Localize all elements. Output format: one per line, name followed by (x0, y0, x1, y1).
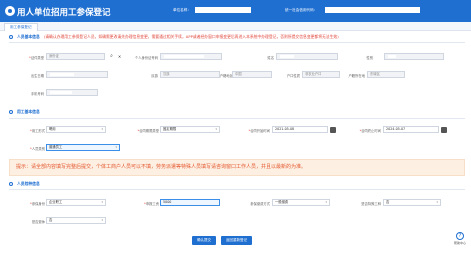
section-dot-icon (9, 110, 13, 114)
question-icon[interactable]: ? (456, 232, 464, 240)
help-center[interactable]: ? 帮助中心 (454, 232, 466, 245)
credit-code-label: 统一社会信用代码： (285, 8, 318, 12)
section-dot-icon (9, 35, 13, 39)
org-name-label: 单位名称： (173, 8, 191, 12)
org-name-redacted (195, 7, 251, 13)
chevron-down-icon: ▾ (101, 218, 103, 222)
section-basic-note: (请确认办理用工参保登记人员，如确需更改请先办理信息变更，需要通过相关手续，AP… (43, 34, 339, 39)
app-logo-icon (5, 6, 15, 16)
tab-employment-registration[interactable]: 用工参保登记 (4, 23, 38, 31)
worker-type-select[interactable]: 普通员工 ▾ (46, 144, 120, 151)
tab-bar: 用工参保登记 (0, 22, 471, 31)
hukou-label: 户籍所在地 (348, 74, 365, 78)
phone-field (46, 89, 98, 96)
chevron-down-icon: ▾ (215, 127, 217, 131)
birth-date-label: 出生日期 (30, 74, 44, 78)
reg-type-label: 户口性质 (286, 74, 300, 78)
retired-label: 是否退休 (31, 220, 45, 224)
chevron-down-icon: ▾ (101, 200, 103, 204)
name-label: 姓名 (267, 56, 274, 60)
search-icon[interactable]: ⌕ (108, 53, 115, 60)
divider (9, 118, 465, 119)
clear-icon[interactable]: ✕ (116, 53, 123, 60)
chevron-down-icon: ▾ (325, 200, 327, 204)
app-header: 用人单位招用工参保登记 单位名称： 统一社会信用代码： (0, 0, 471, 22)
reregister-button[interactable]: 返回重新登记 (221, 236, 252, 245)
contract-type-select[interactable]: 固定期限 ▾ (160, 126, 220, 133)
hukou-field: 东城区 (367, 71, 405, 78)
id-number-label: 个人身份证号码 (134, 56, 158, 60)
insured-category-select[interactable]: 企业职工 ▾ (46, 199, 106, 206)
contract-end-label: *合同终止时间 (359, 129, 381, 133)
reg-type-field: 非农业户口 (302, 71, 340, 78)
contract-end-field[interactable]: 2024-05-07 (383, 126, 439, 133)
gender-field (384, 53, 444, 60)
contract-start-label: *合同开始时间 (248, 129, 270, 133)
id-type-label: *证件类型 (29, 56, 44, 60)
insured-category-label: *参保身份 (30, 202, 45, 206)
wage-label: *申报工资 (144, 202, 159, 206)
section-dot-icon (9, 182, 13, 186)
divider (9, 42, 465, 43)
chevron-down-icon: ▾ (101, 127, 103, 131)
page-title: 用人单位招用工参保登记 (17, 8, 111, 18)
emp-type-label: *用工形式 (30, 129, 45, 133)
region-field: 中国 (232, 71, 272, 78)
payment-method-label: 参保缴费方式 (250, 202, 270, 206)
chevron-down-icon: ▾ (436, 200, 438, 204)
calendar-icon[interactable] (441, 127, 447, 133)
section-insurance-info: 人员险种信息 (9, 180, 40, 188)
id-number-field (160, 53, 222, 60)
emp-type-select[interactable]: 聘用 ▾ (46, 126, 106, 133)
region-label: 户籍地区 (219, 74, 233, 78)
phone-label: 手机号码 (30, 92, 44, 96)
divider (9, 189, 465, 190)
id-type-field[interactable]: 身份证 (46, 53, 105, 60)
section-employment-info: 用工基本信息 (9, 108, 40, 116)
contract-start-field[interactable]: 2021-05-08 (272, 126, 328, 133)
special-job-label: 是否特殊工种 (361, 202, 381, 206)
birth-date-field (46, 71, 108, 78)
name-field (276, 53, 338, 60)
chevron-down-icon: ▾ (115, 145, 117, 149)
credit-code-redacted (325, 7, 420, 13)
gender-label: 性别 (366, 56, 373, 60)
contract-type-label: *合同期限类型 (137, 129, 159, 133)
special-job-select[interactable]: 否 ▾ (383, 199, 441, 206)
payment-method-select[interactable]: 一般缴费 ▾ (272, 199, 330, 206)
calendar-icon[interactable] (330, 127, 336, 133)
section-basic-info: 人员基本信息 (请确认办理用工参保登记人员，如确需更改请先办理信息变更，需要通过相… (9, 33, 339, 41)
retired-select[interactable]: 否 ▾ (46, 217, 106, 224)
wage-input[interactable]: 5000 (160, 199, 220, 206)
warning-notice: 提示：请全部内容填写完整后提交，个体工商户人员可以不填，劳务派遣等特殊人员填写请… (9, 159, 465, 176)
worker-type-label: *人员类别 (30, 147, 45, 151)
nation-label: 民族 (151, 74, 158, 78)
submit-button[interactable]: 确认提交 (192, 236, 216, 245)
